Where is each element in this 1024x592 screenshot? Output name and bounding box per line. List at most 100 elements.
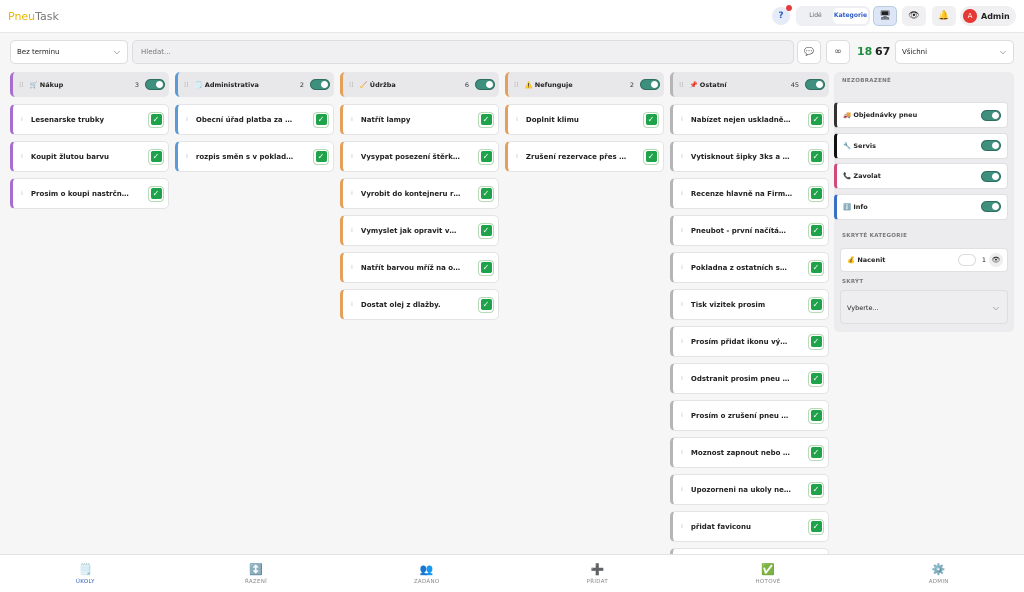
drag-handle-icon[interactable]: ⁞⁞	[19, 81, 23, 89]
drag-handle-icon[interactable]: ⁞⁞	[514, 81, 518, 89]
complete-checkbox[interactable]: ✓	[313, 148, 329, 165]
task-card[interactable]: ⁞ přidat faviconu ✓	[670, 511, 829, 542]
complete-checkbox[interactable]: ✓	[478, 296, 494, 313]
chat-button[interactable]: 💬	[797, 40, 821, 64]
task-card[interactable]: ⁞ Lesenarske trubky ✓	[10, 104, 169, 135]
task-card[interactable]: ⁞ Obecní úřad platba za … ✓	[175, 104, 334, 135]
task-card[interactable]: ⁞ Upozorneni na ukoly ne… ✓	[670, 474, 829, 505]
drag-handle-icon[interactable]: ⁞	[681, 227, 683, 234]
drag-handle-icon[interactable]: ⁞	[186, 153, 188, 160]
complete-checkbox[interactable]: ✓	[808, 185, 824, 202]
task-card[interactable]: ⁞ Prosím přidat ikonu vý… ✓	[670, 326, 829, 357]
app-logo[interactable]: PneuTask	[8, 10, 59, 23]
drag-handle-icon[interactable]: ⁞	[681, 375, 683, 382]
drag-handle-icon[interactable]: ⁞	[351, 227, 353, 234]
drag-handle-icon[interactable]: ⁞	[351, 190, 353, 197]
drag-handle-icon[interactable]: ⁞	[681, 116, 683, 123]
drag-handle-icon[interactable]: ⁞	[681, 449, 683, 456]
eye-icon[interactable]: 👁	[989, 253, 1003, 267]
drag-handle-icon[interactable]: ⁞	[186, 116, 188, 123]
drag-handle-icon[interactable]: ⁞⁞	[679, 81, 683, 89]
task-card[interactable]: ⁞ Moznost zapnout nebo … ✓	[670, 437, 829, 468]
nav-hotove[interactable]: ✅ HOTOVÉ	[683, 555, 854, 592]
drag-handle-icon[interactable]: ⁞	[21, 116, 23, 123]
task-card[interactable]: ⁞ Natřít barvou mříž na o… ✓	[340, 252, 499, 283]
task-card[interactable]: ⁞ Recenze hlavně na Firm… ✓	[670, 178, 829, 209]
complete-checkbox[interactable]: ✓	[808, 481, 824, 498]
column-header[interactable]: ⁞⁞ 🧹 Údržba 6	[340, 72, 499, 97]
side-category-toggle[interactable]	[981, 140, 1001, 151]
complete-checkbox[interactable]: ✓	[808, 148, 824, 165]
complete-checkbox[interactable]: ✓	[148, 185, 164, 202]
task-card[interactable]: ⁞ Doplnit klimu ✓	[505, 104, 664, 135]
search-input[interactable]	[132, 40, 794, 64]
bell-button[interactable]: 🔔	[932, 6, 956, 26]
drag-handle-icon[interactable]: ⁞	[516, 116, 518, 123]
infinity-button[interactable]: ∞	[826, 40, 850, 64]
drag-handle-icon[interactable]: ⁞	[681, 190, 683, 197]
side-category-item[interactable]: ℹ️ Info	[834, 193, 1008, 220]
drag-handle-icon[interactable]: ⁞	[681, 486, 683, 493]
complete-checkbox[interactable]: ✓	[478, 111, 494, 128]
task-card[interactable]: ⁞ Vysypat posezení štěrk… ✓	[340, 141, 499, 172]
nav-pridat[interactable]: ➕ PŘIDAT	[512, 555, 683, 592]
task-card[interactable]: ⁞ Pneubot - první načítá… ✓	[670, 215, 829, 246]
complete-checkbox[interactable]: ✓	[643, 111, 659, 128]
drag-handle-icon[interactable]: ⁞⁞	[184, 81, 188, 89]
column-toggle[interactable]	[640, 79, 660, 90]
task-card[interactable]: ⁞ Vymyslet jak opravit v… ✓	[340, 215, 499, 246]
drag-handle-icon[interactable]: ⁞	[351, 301, 353, 308]
drag-handle-icon[interactable]: ⁞	[681, 412, 683, 419]
side-category-toggle[interactable]	[981, 170, 1001, 182]
drag-handle-icon[interactable]: ⁞⁞	[349, 81, 353, 89]
nav-ukoly[interactable]: 🗒️ ÚKOLY	[0, 555, 171, 592]
complete-checkbox[interactable]: ✓	[808, 296, 824, 313]
tab-categories[interactable]: Kategorie	[833, 8, 868, 24]
people-select[interactable]: Všichni ⌵	[895, 40, 1014, 64]
complete-checkbox[interactable]: ✓	[148, 148, 164, 165]
drag-handle-icon[interactable]: ⁞	[21, 190, 23, 197]
column-header[interactable]: ⁞⁞ 🗒️ Administrativa 2	[175, 72, 334, 97]
tab-people[interactable]: Lidé	[798, 8, 833, 24]
side-category-item[interactable]: 📞 Zavolat	[834, 163, 1008, 189]
column-header[interactable]: ⁞⁞ ⚠️ Nefunguje 2	[505, 72, 664, 97]
complete-checkbox[interactable]: ✓	[808, 370, 824, 387]
task-card[interactable]: ⁞ Prosim o koupi nastrčn… ✓	[10, 178, 169, 209]
complete-checkbox[interactable]: ✓	[478, 259, 494, 276]
column-toggle[interactable]	[475, 79, 495, 90]
complete-checkbox[interactable]: ✓	[148, 111, 164, 128]
task-card[interactable]: ⁞ Vytisknout šipky 3ks a … ✓	[670, 141, 829, 172]
drag-handle-icon[interactable]: ⁞	[351, 116, 353, 123]
column-header[interactable]: ⁞⁞ 📌 Ostatní 45	[670, 72, 829, 97]
drag-handle-icon[interactable]: ⁞	[681, 301, 683, 308]
drag-handle-icon[interactable]: ⁞	[516, 153, 518, 160]
complete-checkbox[interactable]: ✓	[808, 222, 824, 239]
complete-checkbox[interactable]: ✓	[808, 111, 824, 128]
drag-handle-icon[interactable]: ⁞	[681, 523, 683, 530]
side-category-toggle[interactable]	[981, 201, 1001, 212]
task-card[interactable]: ⁞ Pokladna z ostatních s… ✓	[670, 252, 829, 283]
drag-handle-icon[interactable]: ⁞	[21, 153, 23, 160]
drag-handle-icon[interactable]: ⁞	[681, 153, 683, 160]
side-category-toggle[interactable]	[981, 109, 1001, 121]
complete-checkbox[interactable]: ✓	[643, 148, 659, 165]
complete-checkbox[interactable]: ✓	[808, 333, 824, 350]
complete-checkbox[interactable]: ✓	[808, 518, 824, 535]
drag-handle-icon[interactable]: ⁞	[351, 153, 353, 160]
side-category-item[interactable]: 🔧 Servis	[834, 132, 1008, 159]
monitor-button[interactable]: 🖥	[873, 6, 897, 26]
nav-zadano[interactable]: 👥 ZADÁNO	[341, 555, 512, 592]
task-card[interactable]: ⁞ Prosím o zrušení pneu … ✓	[670, 400, 829, 431]
complete-checkbox[interactable]: ✓	[808, 444, 824, 461]
task-card[interactable]: ⁞ Natřít lampy ✓	[340, 104, 499, 135]
complete-checkbox[interactable]: ✓	[313, 111, 329, 128]
column-toggle[interactable]	[805, 79, 825, 90]
complete-checkbox[interactable]: ✓	[478, 185, 494, 202]
hidden-category-toggle[interactable]	[957, 254, 976, 266]
column-toggle[interactable]	[310, 79, 330, 90]
hidden-category-item[interactable]: 💰 Nacenit 1 👁	[840, 248, 1008, 272]
complete-checkbox[interactable]: ✓	[808, 259, 824, 276]
task-card[interactable]: ⁞ Vyrobit do kontejneru r… ✓	[340, 178, 499, 209]
nav-razeni[interactable]: ↕️ ŘAZENÍ	[171, 555, 342, 592]
nav-admin[interactable]: ⚙️ ADMIN	[853, 555, 1024, 592]
